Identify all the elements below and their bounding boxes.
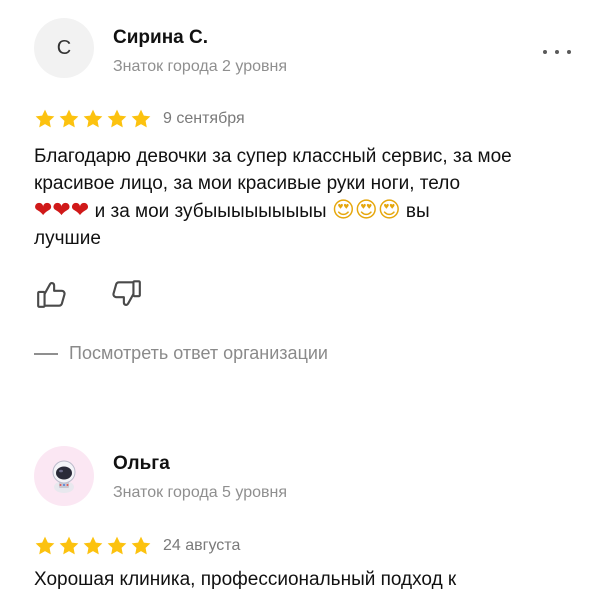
org-reply-label: Посмотреть ответ организации: [69, 343, 328, 363]
star-icon: [59, 536, 79, 555]
avatar-initial: С: [56, 36, 72, 59]
view-org-reply-link[interactable]: Посмотреть ответ организации: [34, 343, 328, 364]
author-name[interactable]: Ольга: [113, 453, 170, 475]
author-level: Знаток города 5 уровня: [113, 484, 288, 501]
review-text-fragment: вы: [400, 201, 430, 222]
rating-stars: [34, 535, 154, 557]
more-dot-icon: [543, 50, 547, 54]
avatar[interactable]: [34, 446, 94, 506]
star-icon: [35, 109, 55, 128]
heart-eyes-emoji-icon: 😍😍😍: [331, 198, 401, 223]
review-text-fragment: и за мои зубыыыыыыыыы: [89, 201, 332, 222]
heart-emoji-icon: ❤❤❤: [34, 198, 90, 223]
review-text-line: лучшие: [34, 228, 101, 249]
star-icon: [131, 109, 151, 128]
avatar[interactable]: С: [34, 18, 94, 78]
dislike-button[interactable]: [108, 276, 144, 312]
thumbs-up-icon: [37, 282, 66, 308]
review-text: Благодарю девочки за супер классный серв…: [34, 143, 579, 252]
review-text-line: ❤❤❤ и за мои зубыыыыыыыыы 😍😍😍 вы: [34, 197, 579, 225]
review-text-line: красивое лицо, за мои красивые руки ноги…: [34, 173, 461, 194]
rating-row: 24 августа: [34, 535, 240, 557]
star-icon: [83, 536, 103, 555]
dash-divider: [34, 352, 58, 355]
rating-row: 9 сентября: [34, 108, 245, 130]
review-text: Хорошая клиника, профессиональный подход…: [34, 566, 579, 593]
review-text-line: Благодарю девочки за супер классный серв…: [34, 146, 512, 167]
star-icon: [107, 536, 127, 555]
author-level: Знаток города 2 уровня: [113, 58, 288, 75]
review-text-line: Хорошая клиника, профессиональный подход…: [34, 569, 457, 590]
star-icon: [83, 109, 103, 128]
rating-stars: [34, 108, 154, 130]
reactions: [34, 276, 182, 312]
star-icon: [107, 109, 127, 128]
star-icon: [35, 536, 55, 555]
review-date: 24 августа: [163, 537, 241, 554]
reviews-feed: С Сирина С. Знаток города 2 уровня 9 сен…: [0, 0, 600, 600]
like-button[interactable]: [34, 276, 70, 312]
more-dot-icon: [567, 50, 571, 54]
more-dot-icon: [555, 50, 559, 54]
thumbs-down-icon: [112, 280, 141, 306]
review-date: 9 сентября: [163, 110, 245, 127]
author-name[interactable]: Сирина С.: [113, 27, 208, 49]
astronaut-icon: [52, 460, 76, 493]
more-options-button[interactable]: [543, 46, 571, 58]
star-icon: [59, 109, 79, 128]
star-icon: [131, 536, 151, 555]
